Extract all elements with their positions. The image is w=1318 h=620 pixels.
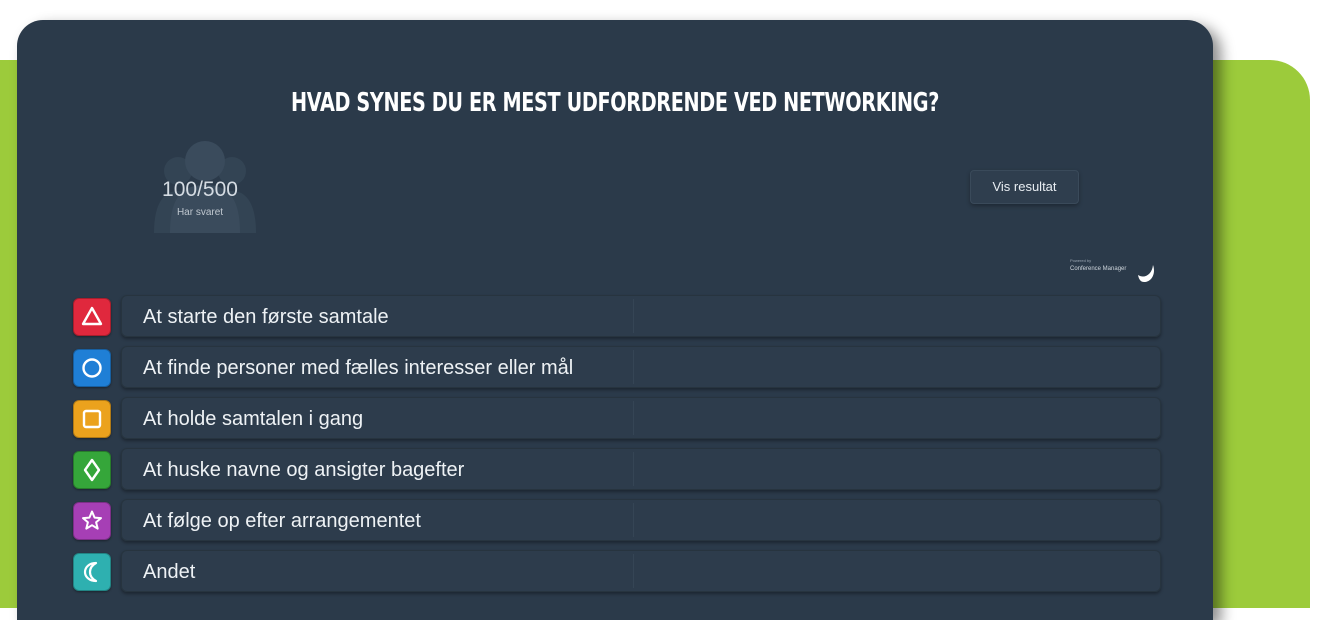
show-results-button[interactable]: Vis resultat	[970, 170, 1079, 204]
row-divider	[633, 452, 634, 486]
answer-badge-star	[73, 502, 111, 540]
answer-badge-moon	[73, 553, 111, 591]
answer-label: At følge op efter arrangementet	[143, 510, 421, 532]
question-title: HVAD SYNES DU ER MEST UDFORDRENDE VED NE…	[291, 88, 939, 118]
answer-badge-circle	[73, 349, 111, 387]
row-divider	[633, 299, 634, 333]
row-divider	[633, 350, 634, 384]
row-divider	[633, 401, 634, 435]
answer-label: At holde samtalen i gang	[143, 408, 364, 430]
answer-label: At huske navne og ansigter bagefter	[143, 459, 465, 481]
star-icon	[82, 510, 102, 530]
row-divider	[633, 503, 634, 537]
powered-by-text: Powered by	[1070, 258, 1092, 263]
answer-badge-diamond	[73, 451, 111, 489]
crescent-logo-icon	[1138, 265, 1154, 282]
square-icon	[82, 409, 102, 429]
answer-label: At starte den første samtale	[143, 306, 389, 328]
answer-option-1[interactable]: At starte den første samtale	[121, 295, 1161, 337]
answer-badge-square	[73, 400, 111, 438]
answer-option-5[interactable]: At følge op efter arrangementet	[121, 499, 1161, 541]
answer-label: At finde personer med fælles interesser …	[143, 357, 574, 379]
answer-label: Andet	[143, 561, 196, 583]
row-divider	[633, 554, 634, 588]
answer-option-2[interactable]: At finde personer med fælles interesser …	[121, 346, 1161, 388]
answer-option-6[interactable]: Andet	[121, 550, 1161, 592]
product-name: Conference Manager	[1070, 266, 1127, 272]
answer-badge-triangle	[73, 298, 111, 336]
circle-icon	[82, 358, 102, 378]
moon-icon	[83, 561, 98, 583]
answer-option-3[interactable]: At holde samtalen i gang	[121, 397, 1161, 439]
answer-count: 100/500	[162, 178, 238, 201]
diamond-icon	[83, 458, 101, 482]
powered-by-logo: Powered by Conference Manager	[1066, 258, 1158, 286]
triangle-icon	[81, 306, 103, 326]
answer-count-label: Har svaret	[176, 207, 224, 218]
answer-option-4[interactable]: At huske navne og ansigter bagefter	[121, 448, 1161, 490]
